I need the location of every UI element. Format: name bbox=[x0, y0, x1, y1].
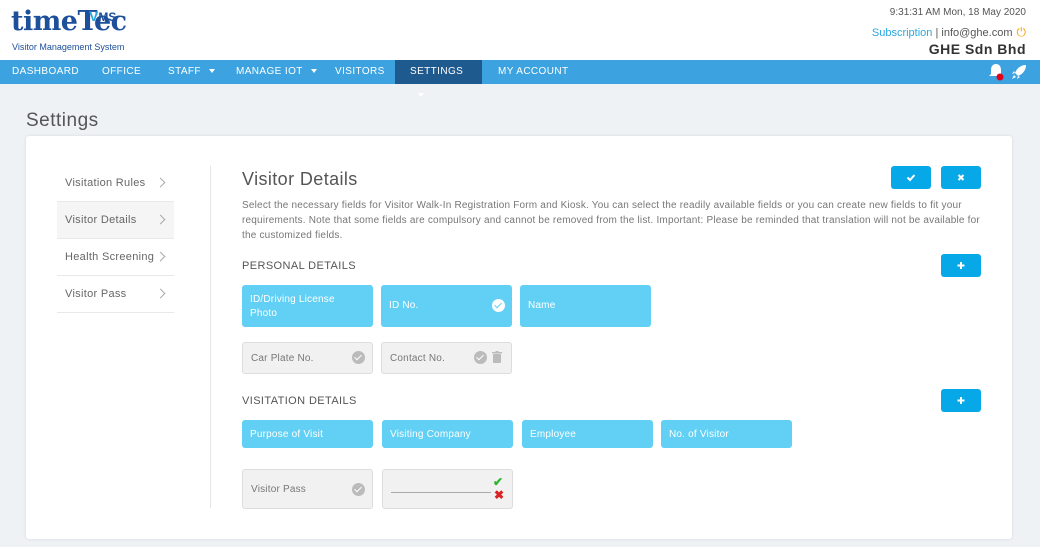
field-employee[interactable]: Employee bbox=[522, 420, 653, 448]
add-visitation-field-button[interactable] bbox=[941, 389, 981, 412]
page-title: Settings bbox=[26, 110, 99, 131]
field-label: Contact No. bbox=[390, 353, 446, 364]
sidebar-item-label: Visitor Details bbox=[65, 214, 137, 226]
cancel-button[interactable] bbox=[941, 166, 981, 189]
add-personal-field-button[interactable] bbox=[941, 254, 981, 277]
field-purpose-of-visit[interactable]: Purpose of Visit bbox=[242, 420, 373, 448]
confirm-icon[interactable]: ✔ bbox=[493, 476, 503, 488]
nav-office[interactable]: OFFICE bbox=[91, 60, 152, 84]
plus-icon bbox=[957, 262, 965, 269]
field-label: Visitor Pass bbox=[251, 484, 307, 495]
visitation-details-title: VISITATION DETAILS bbox=[242, 395, 357, 407]
check-icon bbox=[906, 174, 916, 182]
plus-icon bbox=[957, 397, 965, 404]
sidebar-item-label: Visitation Rules bbox=[65, 177, 146, 189]
main-nav: DASHBOARD OFFICE STAFF MANAGE IOT VISITO… bbox=[0, 60, 1040, 98]
header-info: 9:31:31 AM Mon, 18 May 2020 Subscription… bbox=[872, 7, 1026, 57]
chevron-down-icon bbox=[310, 69, 317, 74]
new-field-input[interactable]: ✔ ✖ bbox=[382, 469, 513, 509]
sidebar-item-health-screening[interactable]: Health Screening bbox=[57, 239, 174, 276]
section-description: Select the necessary fields for Visitor … bbox=[242, 200, 980, 241]
sidebar-item-visitor-pass[interactable]: Visitor Pass bbox=[57, 276, 174, 313]
settings-sidebar: Visitation Rules Visitor Details Health … bbox=[57, 165, 174, 313]
field-label: Purpose of Visit bbox=[250, 429, 324, 440]
check-circle-icon[interactable] bbox=[474, 351, 487, 364]
field-label: Car Plate No. bbox=[251, 353, 314, 364]
trash-icon[interactable] bbox=[492, 351, 502, 363]
field-label: ID/Driving License Photo bbox=[250, 294, 335, 319]
rocket-icon[interactable] bbox=[1010, 63, 1028, 81]
nav-my-account[interactable]: MY ACCOUNT bbox=[487, 60, 580, 84]
check-circle-icon[interactable] bbox=[352, 351, 365, 364]
field-name[interactable]: Name bbox=[520, 285, 651, 327]
field-label: No. of Visitor bbox=[669, 429, 729, 440]
nav-visitors[interactable]: VISITORS bbox=[324, 60, 396, 84]
close-icon bbox=[957, 174, 965, 181]
chevron-right-icon bbox=[155, 251, 166, 262]
header-datetime: 9:31:31 AM Mon, 18 May 2020 bbox=[889, 7, 1026, 18]
field-label: ID No. bbox=[389, 300, 419, 311]
chevron-right-icon bbox=[155, 288, 166, 299]
check-circle-icon[interactable] bbox=[492, 299, 505, 312]
account-email: info@ghe.com bbox=[941, 27, 1013, 39]
app-header: timeTec VMS Visitor Management System 9:… bbox=[0, 0, 1040, 60]
chevron-down-icon bbox=[418, 93, 424, 98]
subscription-link[interactable]: Subscription bbox=[872, 27, 933, 39]
new-field-input-line[interactable] bbox=[391, 492, 491, 493]
settings-card: Visitation Rules Visitor Details Health … bbox=[26, 136, 1012, 539]
field-visitor-pass[interactable]: Visitor Pass bbox=[242, 469, 373, 509]
nav-settings[interactable]: SETTINGS bbox=[395, 60, 482, 98]
nav-manage-iot[interactable]: MANAGE IOT bbox=[225, 60, 328, 84]
field-label: Employee bbox=[530, 429, 577, 440]
save-button[interactable] bbox=[891, 166, 931, 189]
field-contact-no[interactable]: Contact No. bbox=[381, 342, 512, 374]
sidebar-item-visitor-details[interactable]: Visitor Details bbox=[57, 202, 174, 239]
check-circle-icon[interactable] bbox=[352, 483, 365, 496]
field-car-plate[interactable]: Car Plate No. bbox=[242, 342, 373, 374]
field-id-no[interactable]: ID No. bbox=[381, 285, 512, 327]
field-label: Visiting Company bbox=[390, 429, 471, 440]
logo-vms-mark: VMS bbox=[89, 8, 117, 24]
company-name: GHE Sdn Bhd bbox=[928, 41, 1026, 57]
nav-dashboard[interactable]: DASHBOARD bbox=[1, 60, 90, 84]
chevron-down-icon bbox=[208, 69, 215, 74]
discard-icon[interactable]: ✖ bbox=[494, 489, 504, 501]
header-links: Subscription | info@ghe.com ⏻ bbox=[871, 25, 1027, 39]
field-visiting-company[interactable]: Visiting Company bbox=[382, 420, 513, 448]
personal-details-title: PERSONAL DETAILS bbox=[242, 260, 356, 272]
chevron-right-icon bbox=[155, 214, 166, 225]
logo-subtitle: Visitor Management System bbox=[12, 42, 125, 52]
sidebar-item-label: Health Screening bbox=[65, 251, 155, 263]
notification-bell-icon[interactable] bbox=[988, 63, 1004, 81]
power-icon[interactable]: ⏻ bbox=[1017, 25, 1027, 39]
field-label: Name bbox=[528, 300, 556, 311]
chevron-right-icon bbox=[155, 177, 166, 188]
sidebar-item-label: Visitor Pass bbox=[65, 288, 127, 300]
nav-staff[interactable]: STAFF bbox=[157, 60, 226, 84]
vertical-divider bbox=[210, 166, 211, 508]
timetec-logo[interactable]: timeTec VMS Visitor Management System bbox=[11, 6, 127, 52]
field-id-photo[interactable]: ID/Driving License Photo bbox=[242, 285, 373, 327]
field-no-of-visitor[interactable]: No. of Visitor bbox=[661, 420, 792, 448]
sidebar-item-visitation-rules[interactable]: Visitation Rules bbox=[57, 165, 174, 202]
section-title: Visitor Details bbox=[242, 169, 358, 189]
